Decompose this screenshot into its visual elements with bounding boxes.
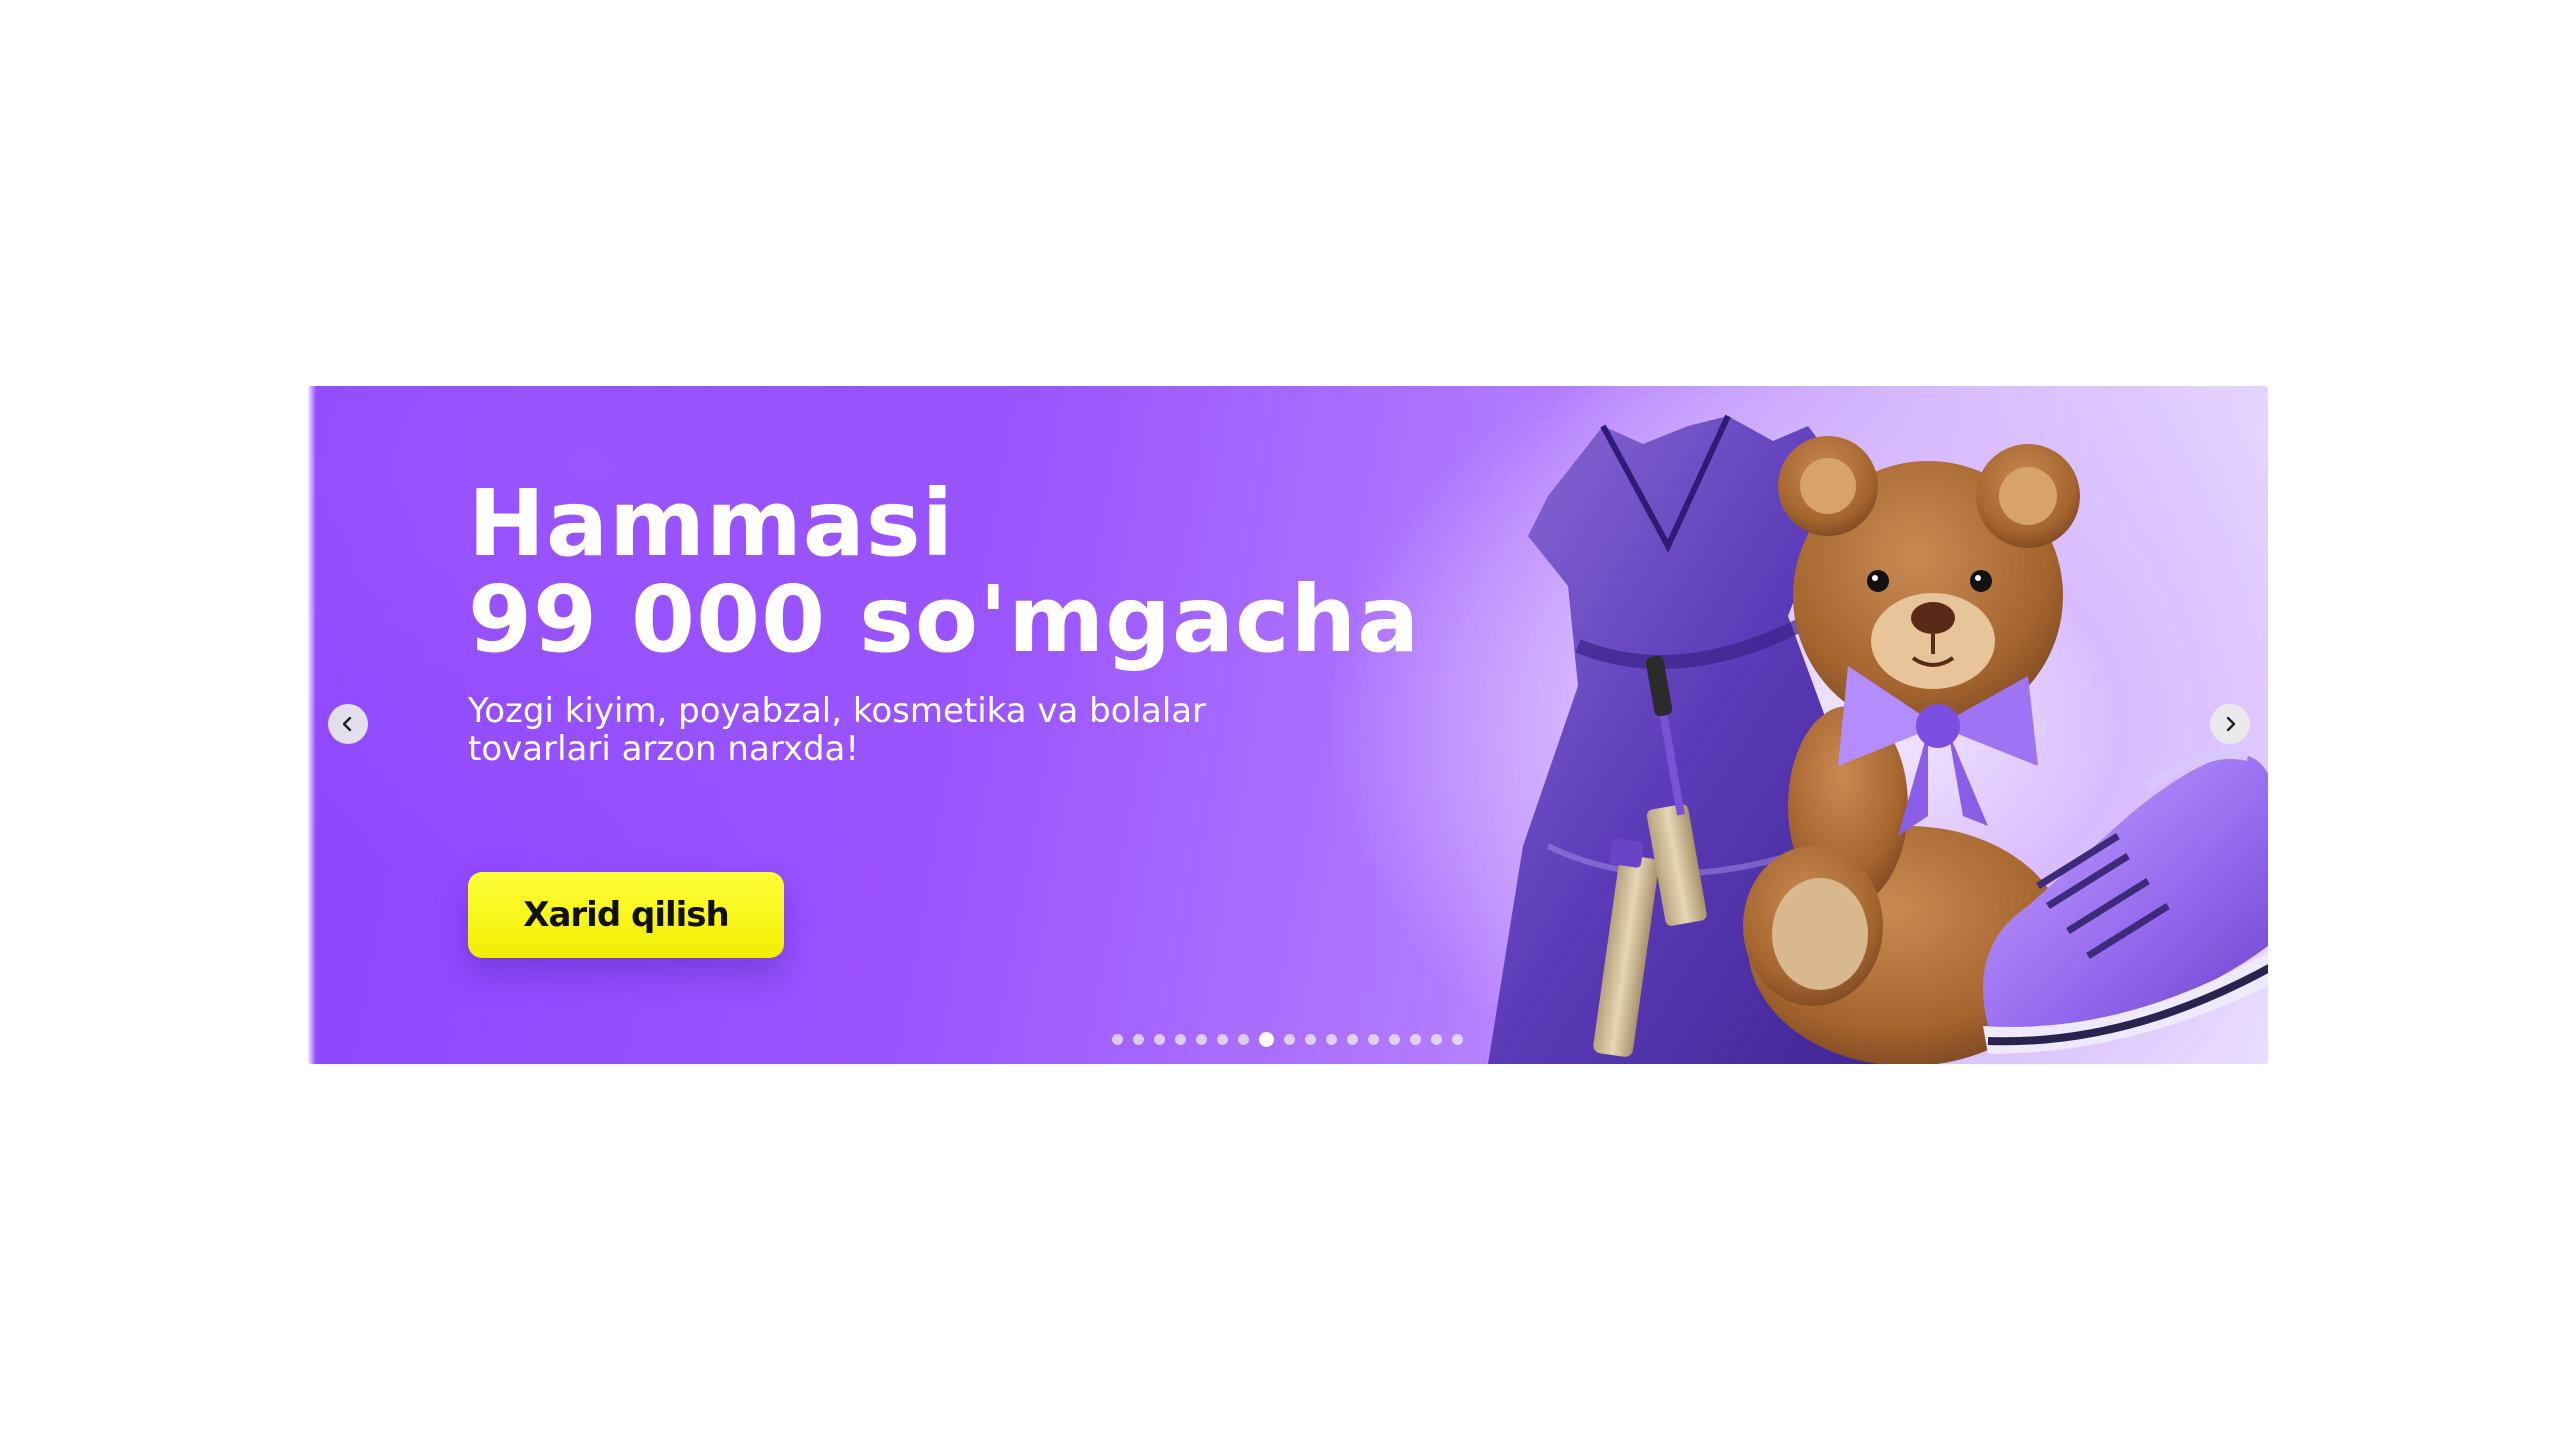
banner-title-line-1: Hammasi xyxy=(468,470,955,577)
carousel-dot[interactable] xyxy=(1112,1034,1123,1045)
carousel-dot[interactable] xyxy=(1284,1034,1295,1045)
banner-title-line-2: 99 000 so'mgacha xyxy=(468,566,1421,673)
carousel-dot[interactable] xyxy=(1368,1034,1379,1045)
banner-illustration xyxy=(1488,414,2268,1064)
banner-title: Hammasi 99 000 so'mgacha xyxy=(468,476,1420,668)
carousel-dot[interactable] xyxy=(1452,1034,1463,1045)
carousel-dot[interactable] xyxy=(1133,1034,1144,1045)
banner-edge-highlight xyxy=(308,386,316,1064)
carousel-dot[interactable] xyxy=(1326,1034,1337,1045)
carousel-dot[interactable] xyxy=(1410,1034,1421,1045)
carousel-dot[interactable] xyxy=(1196,1034,1207,1045)
carousel-dot[interactable] xyxy=(1389,1034,1400,1045)
carousel-dot[interactable] xyxy=(1217,1034,1228,1045)
carousel-prev-button[interactable] xyxy=(328,704,368,744)
banner-subtitle-line-2: tovarlari arzon narxda! xyxy=(468,729,860,769)
carousel-pagination xyxy=(1112,1032,1463,1047)
carousel-dot[interactable] xyxy=(1431,1034,1442,1045)
carousel-dot[interactable] xyxy=(1305,1034,1316,1045)
chevron-left-icon xyxy=(342,716,352,732)
promo-banner[interactable]: Hammasi 99 000 so'mgacha Yozgi kiyim, po… xyxy=(308,386,2268,1064)
chevron-right-icon xyxy=(2226,716,2236,732)
carousel-dot[interactable] xyxy=(1175,1034,1186,1045)
banner-subtitle: Yozgi kiyim, poyabzal, kosmetika va bola… xyxy=(468,692,1268,768)
banner-subtitle-line-1: Yozgi kiyim, poyabzal, kosmetika va bola… xyxy=(468,691,1207,731)
carousel-dot[interactable] xyxy=(1259,1032,1274,1047)
carousel-dot[interactable] xyxy=(1347,1034,1358,1045)
carousel-dot[interactable] xyxy=(1238,1034,1249,1045)
carousel-next-button[interactable] xyxy=(2210,704,2250,744)
shop-now-button[interactable]: Xarid qilish xyxy=(468,872,784,958)
carousel-dot[interactable] xyxy=(1154,1034,1165,1045)
